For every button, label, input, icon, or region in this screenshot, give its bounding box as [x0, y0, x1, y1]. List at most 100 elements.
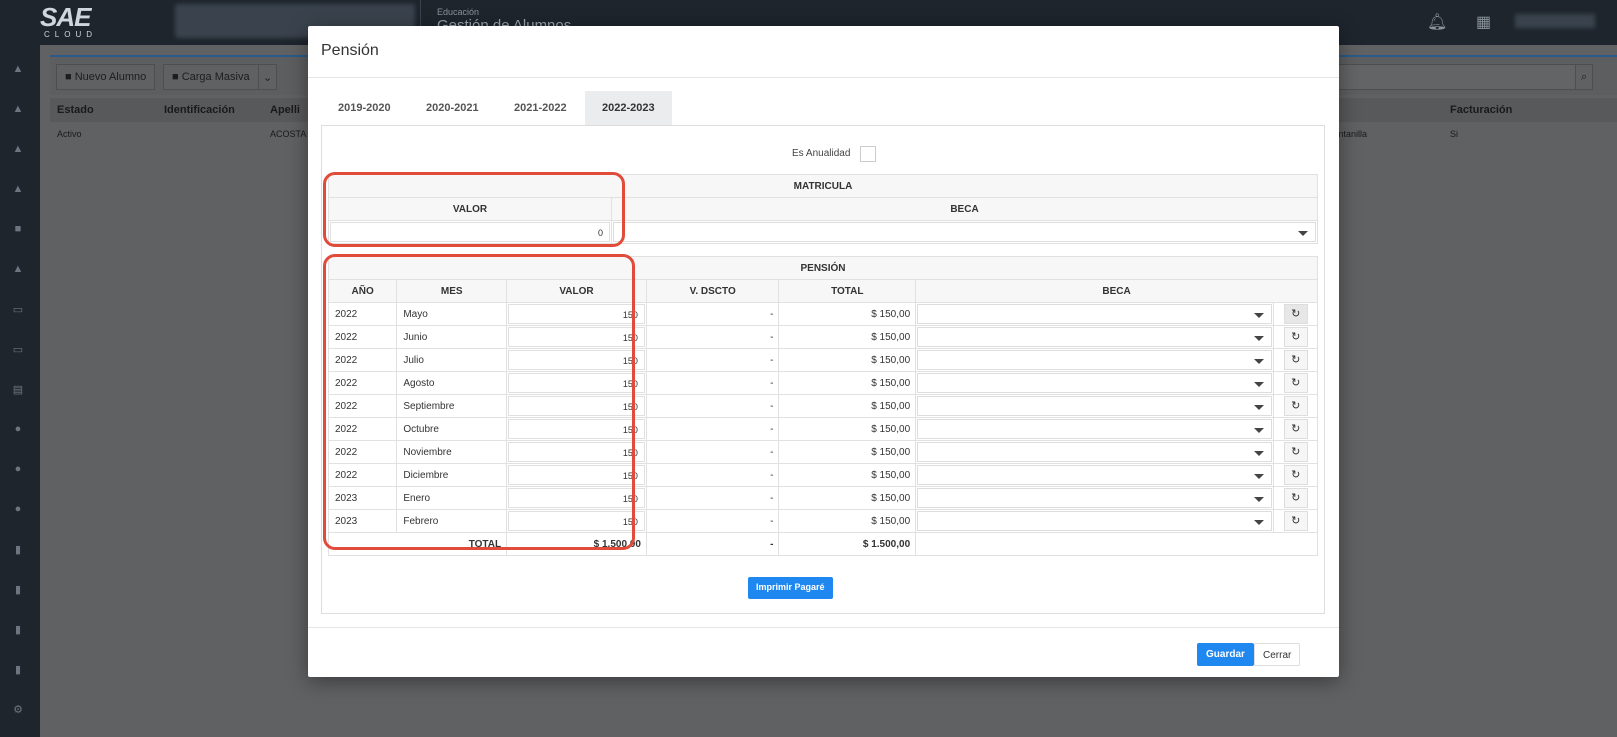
row-beca-select[interactable]: [917, 511, 1273, 531]
row-total: $ 150,00: [778, 417, 917, 441]
upload-icon: ■: [172, 71, 182, 83]
year-tabs: 2019-2020 2020-2021 2021-2022 2022-2023: [321, 91, 1325, 125]
chevron-down-icon: [1254, 428, 1265, 433]
row-total: $ 150,00: [778, 325, 917, 349]
row-beca-select[interactable]: [917, 465, 1273, 485]
modal-header: Pensión: [308, 26, 1339, 78]
truck-icon[interactable]: ■: [10, 223, 26, 235]
add-user-icon: ■: [65, 71, 75, 83]
row-beca-select[interactable]: [917, 373, 1273, 393]
print-pagare-button[interactable]: Imprimir Pagaré: [748, 577, 833, 599]
bell-icon[interactable]: 🔔︎: [1427, 12, 1447, 32]
refresh-icon[interactable]: ↻: [1283, 373, 1308, 393]
row-dscto: -: [645, 348, 780, 372]
graduation-cap-icon[interactable]: ▲: [10, 143, 26, 155]
tab-2022-2023[interactable]: 2022-2023: [585, 91, 672, 125]
chevron-down-icon: [1254, 313, 1265, 318]
row-total: $ 150,00: [778, 371, 917, 395]
bulk-upload-dropdown[interactable]: ⌄: [258, 64, 278, 90]
anualidad-checkbox[interactable]: [860, 146, 876, 162]
book-icon[interactable]: ▮: [10, 583, 26, 596]
folder-open-icon[interactable]: ▭: [10, 343, 26, 356]
modal-title: Pensión: [321, 42, 379, 59]
chevron-down-icon: [1254, 382, 1265, 387]
users-icon[interactable]: ●: [10, 463, 26, 475]
row-beca-select[interactable]: [917, 419, 1273, 439]
tab-2019-2020[interactable]: 2019-2020: [321, 91, 408, 125]
tab-2021-2022[interactable]: 2021-2022: [497, 91, 584, 125]
row-beca-select[interactable]: [917, 396, 1273, 416]
user-name-blurred[interactable]: [1515, 14, 1595, 28]
users-icon[interactable]: ●: [10, 503, 26, 515]
graduation-cap-icon[interactable]: ▲: [10, 183, 26, 195]
row-total: $ 150,00: [778, 348, 917, 372]
sidebar: ▲ ▲ ▲ ▲ ■ ▲ ▭ ▭ ▤ ● ● ● ▮ ▮ ▮ ▮ ⚙: [0, 45, 40, 737]
refresh-icon[interactable]: ↻: [1283, 350, 1308, 370]
row-beca-select[interactable]: [917, 327, 1273, 347]
row-dscto: -: [645, 371, 780, 395]
search-icon[interactable]: ⌕: [1575, 64, 1594, 90]
chevron-down-icon: [1254, 336, 1265, 341]
row-beca-select[interactable]: [917, 350, 1273, 370]
book-icon[interactable]: ▮: [10, 623, 26, 636]
chevron-down-icon: [1254, 451, 1265, 456]
row-dscto: -: [645, 509, 780, 533]
chevron-down-icon: [1254, 405, 1265, 410]
refresh-icon[interactable]: ↻: [1283, 396, 1308, 416]
refresh-icon[interactable]: ↻: [1283, 304, 1308, 324]
total-dscto: -: [645, 532, 780, 556]
bank-icon[interactable]: ▲: [10, 263, 26, 275]
highlight-pension-valor: [323, 254, 635, 550]
tab-panel: Es Anualidad MATRICULA VALOR BECA 0 PENS…: [321, 125, 1325, 614]
row-beca-select[interactable]: [917, 304, 1273, 324]
save-button[interactable]: Guardar: [1197, 643, 1254, 666]
matricula-beca-select[interactable]: [613, 222, 1316, 242]
apps-grid-icon[interactable]: ▦: [1476, 12, 1491, 32]
refresh-icon[interactable]: ↻: [1283, 419, 1308, 439]
pension-modal: Pensión 2019-2020 2020-2021 2021-2022 20…: [308, 26, 1339, 677]
row-total: $ 150,00: [778, 463, 917, 487]
highlight-matricula-valor: [323, 172, 625, 247]
row-dscto: -: [645, 394, 780, 418]
row-beca-select[interactable]: [917, 488, 1273, 508]
settings-icon[interactable]: ⚙: [10, 703, 26, 716]
row-total: $ 150,00: [778, 440, 917, 464]
close-button[interactable]: Cerrar: [1254, 643, 1301, 666]
row-dscto: -: [645, 302, 780, 326]
refresh-icon[interactable]: ↻: [1283, 511, 1308, 531]
book-icon[interactable]: ▮: [10, 663, 26, 676]
chevron-down-icon: [1254, 520, 1265, 525]
chevron-down-icon: [1298, 231, 1308, 236]
chevron-down-icon: [1254, 359, 1265, 364]
refresh-icon[interactable]: ↻: [1283, 442, 1308, 462]
anualidad-label: Es Anualidad: [792, 148, 851, 159]
book-icon[interactable]: ▮: [10, 543, 26, 556]
refresh-icon[interactable]: ↻: [1283, 488, 1308, 508]
row-dscto: -: [645, 325, 780, 349]
refresh-icon[interactable]: ↻: [1283, 327, 1308, 347]
module-category: Educación: [437, 7, 480, 17]
row-total: $ 150,00: [778, 509, 917, 533]
row-total: $ 150,00: [778, 486, 917, 510]
row-dscto: -: [645, 440, 780, 464]
new-student-button[interactable]: ■ Nuevo Alumno: [56, 64, 156, 90]
folder-icon[interactable]: ▭: [10, 303, 26, 316]
graduation-cap-icon[interactable]: ▲: [10, 63, 26, 75]
refresh-icon[interactable]: ↻: [1283, 465, 1308, 485]
row-dscto: -: [645, 486, 780, 510]
users-icon[interactable]: ●: [10, 423, 26, 435]
row-dscto: -: [645, 417, 780, 441]
id-card-icon[interactable]: ▤: [10, 383, 26, 396]
graduation-cap-icon[interactable]: ▲: [10, 103, 26, 115]
tab-2020-2021[interactable]: 2020-2021: [409, 91, 496, 125]
chevron-down-icon: [1254, 474, 1265, 479]
modal-footer: Guardar Cerrar: [308, 627, 1339, 677]
chevron-down-icon: ⌄: [263, 72, 273, 84]
matricula-beca-header: BECA: [611, 197, 1318, 221]
sae-cloud-logo[interactable]: SAE CLOUD: [40, 4, 110, 40]
row-beca-select[interactable]: [917, 442, 1273, 462]
chevron-down-icon: [1254, 497, 1265, 502]
row-total: $ 150,00: [778, 302, 917, 326]
row-total: $ 150,00: [778, 394, 917, 418]
bulk-upload-button[interactable]: ■ Carga Masiva: [163, 64, 259, 90]
